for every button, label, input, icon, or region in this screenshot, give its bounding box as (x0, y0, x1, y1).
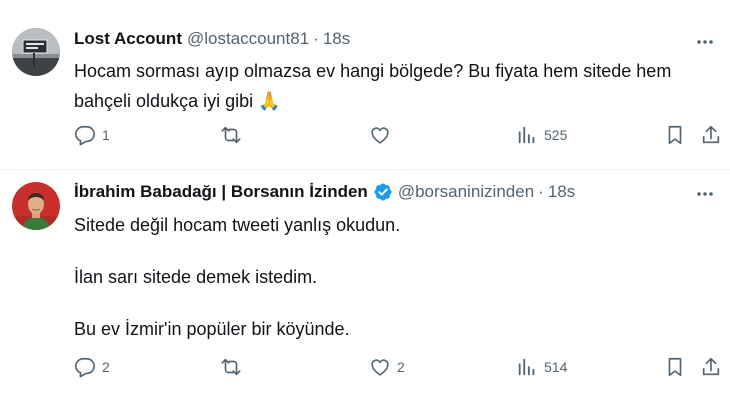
reply-icon (75, 357, 95, 378)
views-chart-icon (518, 126, 535, 144)
views-button[interactable]: 525 (516, 122, 567, 148)
road-sign-avatar-icon (12, 28, 60, 76)
share-button[interactable] (700, 354, 722, 380)
tweet-paragraph: Sitede değil hocam tweeti yanlış okudun. (74, 215, 401, 235)
reply-button[interactable]: 2 (74, 354, 110, 380)
bookmark-icon (668, 357, 682, 377)
reply-count: 1 (102, 127, 110, 143)
more-options-button[interactable] (694, 184, 716, 204)
more-options-button[interactable] (694, 32, 716, 52)
tweet-text: Hocam sorması ayıp olmazsa ev hangi bölg… (74, 56, 714, 116)
action-bar: 2 2 514 (74, 354, 722, 380)
author-handle[interactable]: @borsaninizinden (398, 182, 534, 202)
bookmark-icon (668, 125, 682, 145)
views-button[interactable]: 514 (516, 354, 567, 380)
tweet-text: Sitede değil hocam tweeti yanlış okudun.… (74, 210, 714, 344)
reply-icon (75, 125, 95, 146)
action-bar: 1 525 (74, 122, 722, 148)
author-name[interactable]: İbrahim Babadağı | Borsanın İzinden (74, 182, 368, 202)
tweet-paragraph: İlan sarı sitede demek istedim. (74, 267, 318, 287)
like-button[interactable] (369, 122, 397, 148)
separator: · (538, 182, 544, 201)
repost-button[interactable] (220, 122, 248, 148)
repost-button[interactable] (220, 354, 248, 380)
reply-count: 2 (102, 359, 110, 375)
author-handle[interactable]: @lostaccount81 (187, 29, 309, 49)
share-icon (702, 357, 720, 376)
heart-icon (371, 359, 389, 376)
more-dots-icon (697, 40, 713, 44)
person-avatar-icon (12, 182, 60, 230)
repost-icon (221, 358, 241, 376)
author-name[interactable]: Lost Account (74, 29, 182, 49)
heart-icon (371, 127, 389, 144)
more-dots-icon (697, 192, 713, 196)
timestamp[interactable]: 18s (548, 182, 575, 202)
verified-badge-icon[interactable] (373, 182, 393, 202)
views-count: 514 (544, 359, 568, 375)
like-button[interactable]: 2 (369, 354, 405, 380)
views-count: 525 (544, 127, 568, 143)
tweet[interactable]: Lost Account @lostaccount81 · 18s Hocam … (0, 0, 730, 170)
avatar[interactable] (12, 182, 60, 230)
like-count: 2 (397, 359, 405, 375)
share-icon (702, 125, 720, 144)
separator: · (313, 29, 319, 48)
tweet-paragraph: Hocam sorması ayıp olmazsa ev hangi bölg… (74, 61, 672, 111)
repost-icon (221, 126, 241, 144)
share-button[interactable] (700, 122, 722, 148)
views-chart-icon (518, 358, 535, 376)
tweet-header: İbrahim Babadağı | Borsanın İzinden @bor… (74, 182, 575, 202)
reply-button[interactable]: 1 (74, 122, 110, 148)
timestamp[interactable]: 18s (323, 29, 350, 49)
tweet[interactable]: İbrahim Babadağı | Borsanın İzinden @bor… (0, 170, 730, 420)
bookmark-button[interactable] (664, 122, 686, 148)
tweet-paragraph: Bu ev İzmir'in popüler bir köyünde. (74, 319, 350, 339)
avatar[interactable] (12, 28, 60, 76)
bookmark-button[interactable] (664, 354, 686, 380)
tweet-header: Lost Account @lostaccount81 · 18s (74, 29, 350, 49)
